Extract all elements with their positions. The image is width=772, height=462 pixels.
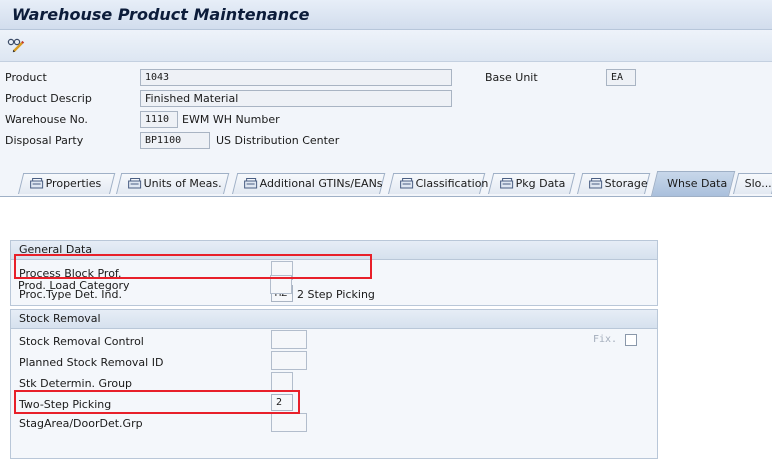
doc-stack-icon bbox=[400, 178, 414, 189]
tab-units-of-meas[interactable]: Units of Meas. bbox=[116, 173, 230, 194]
stag-area-input[interactable] bbox=[271, 413, 307, 432]
base-unit-label: Base Unit bbox=[485, 71, 538, 84]
application-toolbar bbox=[0, 30, 772, 62]
planned-stock-removal-id-input[interactable] bbox=[271, 351, 307, 370]
fix-label: Fix. bbox=[593, 334, 618, 345]
stock-removal-group: Stock Removal Stock Removal Control Fix.… bbox=[10, 309, 658, 459]
proc-type-det-ind-text: 2 Step Picking bbox=[297, 288, 375, 301]
product-descrip-field[interactable]: Finished Material bbox=[140, 90, 452, 107]
title-bar: Warehouse Product Maintenance bbox=[0, 0, 772, 30]
doc-stack-icon bbox=[589, 178, 603, 189]
glasses-pencil-icon bbox=[7, 38, 25, 53]
warehouse-field[interactable]: 1110 bbox=[140, 111, 178, 128]
doc-stack-icon bbox=[500, 178, 514, 189]
stock-removal-control-input[interactable] bbox=[271, 330, 307, 349]
highlight-proc-type-box bbox=[14, 254, 372, 279]
product-descrip-label: Product Descrip bbox=[5, 92, 92, 105]
warehouse-text: EWM WH Number bbox=[182, 113, 280, 126]
highlight-two-step-box bbox=[14, 390, 300, 414]
whse-data-panel: General Data Process Block Prof. Proc.Ty… bbox=[0, 196, 772, 462]
tab-additional-gtins-eans[interactable]: Additional GTINs/EANs bbox=[232, 173, 386, 194]
header-area: Product 1043 Base Unit EA Product Descri… bbox=[0, 62, 772, 162]
tab-properties[interactable]: Properties bbox=[18, 173, 116, 194]
disposal-party-text: US Distribution Center bbox=[216, 134, 340, 147]
stock-removal-title: Stock Removal bbox=[11, 310, 657, 329]
display-change-button[interactable] bbox=[5, 35, 27, 55]
tab-whse-data[interactable]: Whse Data bbox=[651, 171, 736, 196]
doc-stack-icon bbox=[128, 178, 142, 189]
tab-slotting[interactable]: Slo... bbox=[733, 173, 772, 194]
tab-storage[interactable]: Storage bbox=[577, 173, 651, 194]
stk-determin-group-input[interactable] bbox=[271, 372, 293, 391]
prod-load-category-label: Prod. Load Category bbox=[18, 279, 130, 292]
product-field[interactable]: 1043 bbox=[140, 69, 452, 86]
window-title: Warehouse Product Maintenance bbox=[12, 5, 310, 24]
stk-determin-group-label: Stk Determin. Group bbox=[19, 377, 133, 390]
tab-pkg-data[interactable]: Pkg Data bbox=[488, 173, 576, 194]
product-label: Product bbox=[5, 71, 47, 84]
disposal-party-label: Disposal Party bbox=[5, 134, 84, 147]
fix-checkbox[interactable] bbox=[625, 334, 637, 346]
stock-removal-control-label: Stock Removal Control bbox=[19, 335, 144, 348]
disposal-party-field[interactable]: BP1100 bbox=[140, 132, 210, 149]
doc-stack-icon bbox=[30, 178, 44, 189]
warehouse-label: Warehouse No. bbox=[5, 113, 88, 126]
tab-classification[interactable]: Classification bbox=[388, 173, 488, 194]
planned-stock-removal-id-label: Planned Stock Removal ID bbox=[19, 356, 164, 369]
doc-stack-icon bbox=[244, 178, 258, 189]
base-unit-field[interactable]: EA bbox=[606, 69, 636, 86]
stag-area-label: StagArea/DoorDet.Grp bbox=[19, 417, 143, 430]
tab-strip: Properties Units of Meas. Additional GTI… bbox=[0, 162, 772, 196]
